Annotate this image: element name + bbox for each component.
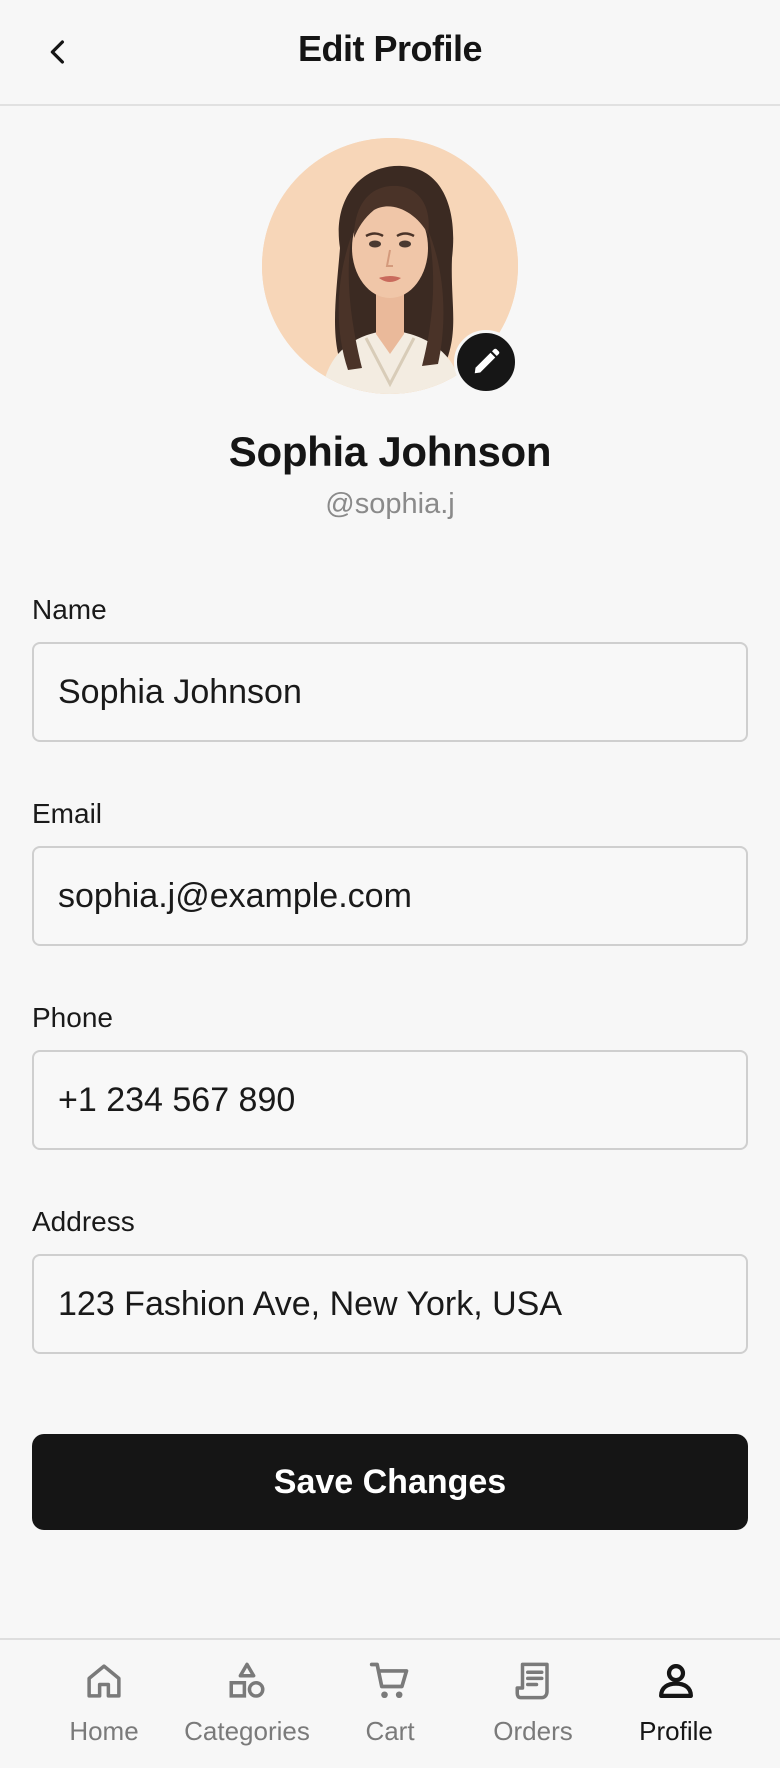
edit-profile-screen: Edit Profile Sophia Johnson @sophia.j Na… xyxy=(0,0,780,1768)
nav-item-orders[interactable]: Orders xyxy=(463,1658,603,1758)
phone-label: Phone xyxy=(32,1002,113,1033)
nav-item-categories[interactable]: Categories xyxy=(177,1658,317,1758)
profile-name: Sophia Johnson xyxy=(228,428,552,475)
header: Edit Profile xyxy=(0,0,780,106)
email-field[interactable] xyxy=(32,846,748,946)
nav-item-cart[interactable]: Cart xyxy=(320,1658,460,1758)
nav-label-home: Home xyxy=(69,1716,139,1746)
receipt-icon xyxy=(515,1662,549,1700)
nav-label-categories: Categories xyxy=(184,1716,310,1746)
name-label: Name xyxy=(32,594,107,625)
user-icon xyxy=(659,1664,693,1698)
pencil-icon xyxy=(474,348,500,374)
nav-label-orders: Orders xyxy=(493,1716,573,1746)
home-icon xyxy=(87,1664,121,1698)
nav-label-cart: Cart xyxy=(365,1716,415,1746)
shapes-icon xyxy=(229,1662,265,1698)
page-title: Edit Profile xyxy=(297,28,483,69)
name-field[interactable] xyxy=(32,642,748,742)
cart-icon xyxy=(369,1662,409,1699)
profile-handle: @sophia.j xyxy=(325,488,455,520)
nav-item-home[interactable]: Home xyxy=(34,1658,174,1758)
address-label: Address xyxy=(32,1206,135,1237)
bottom-nav: Home Categories Cart Orders Profile xyxy=(0,1638,780,1768)
avatar-container xyxy=(262,138,518,394)
edit-avatar-button[interactable] xyxy=(454,330,518,394)
phone-field[interactable] xyxy=(32,1050,748,1150)
email-label: Email xyxy=(32,798,103,829)
save-changes-button[interactable]: Save Changes xyxy=(32,1434,748,1530)
address-field[interactable] xyxy=(32,1254,748,1354)
nav-item-profile[interactable]: Profile xyxy=(606,1658,746,1758)
nav-label-profile: Profile xyxy=(639,1716,713,1746)
